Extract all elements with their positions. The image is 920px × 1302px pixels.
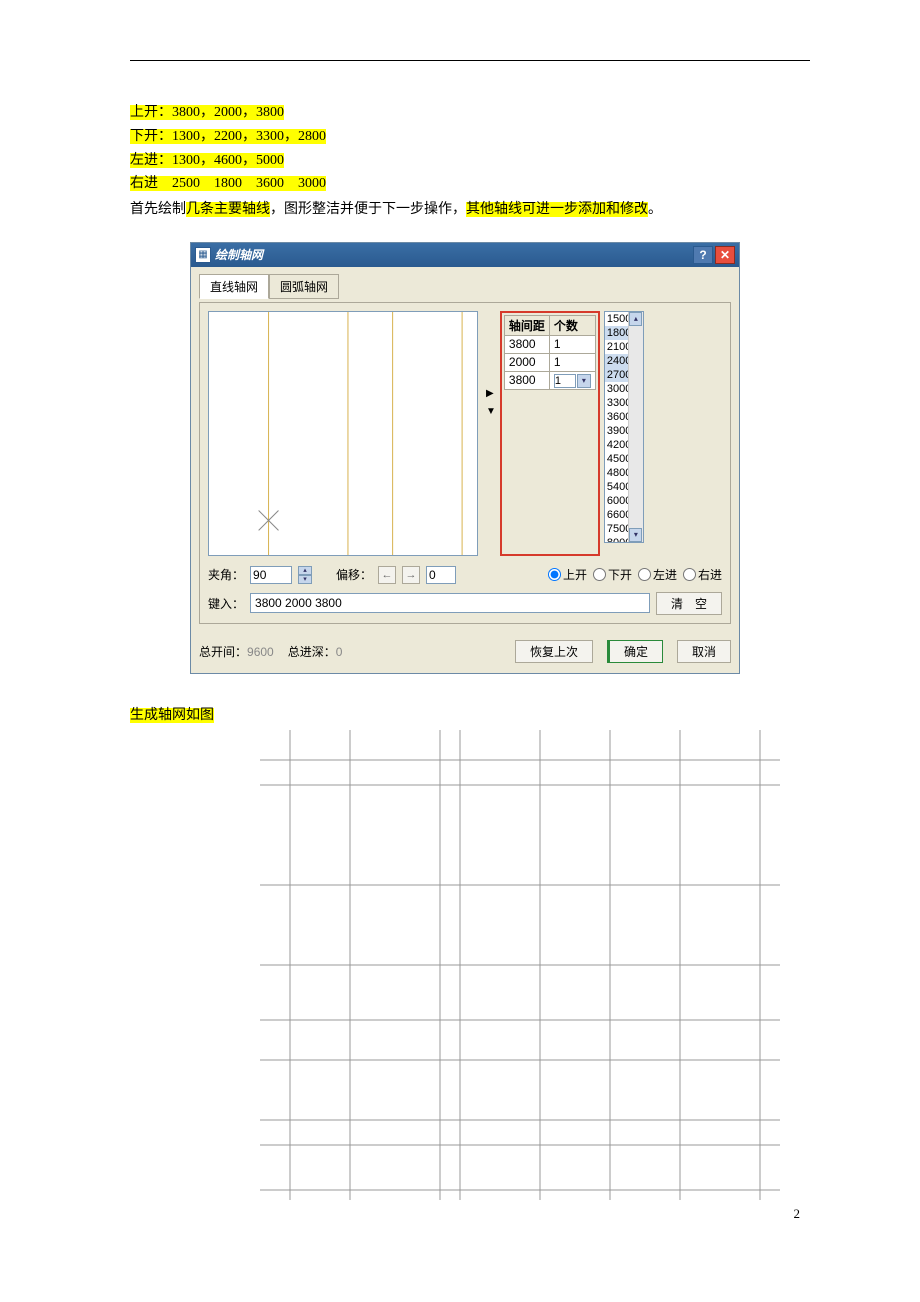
- spacing-input[interactable]: [250, 593, 650, 613]
- generated-grid-figure: [260, 730, 780, 1200]
- line-zuojin: 左进：1300，4600，5000: [130, 149, 810, 173]
- radio-right[interactable]: 右进: [683, 566, 722, 583]
- dialog-title: 绘制轴网: [215, 246, 691, 263]
- row-markers: ▶ ▼: [486, 331, 496, 556]
- line-youjin: 右进 2500 1800 3600 3000: [130, 172, 810, 196]
- spinner-up-icon[interactable]: ▴: [298, 566, 312, 575]
- offset-input[interactable]: [426, 566, 456, 584]
- page-number: 2: [794, 1206, 801, 1222]
- clear-button[interactable]: 清 空: [656, 592, 722, 615]
- angle-spinner[interactable]: ▴ ▾: [298, 566, 312, 584]
- col-count-header: 个数: [549, 315, 595, 335]
- ok-button[interactable]: 确定: [607, 640, 663, 663]
- dropdown-icon[interactable]: ▾: [577, 374, 591, 388]
- input-label: 键入：: [208, 595, 244, 612]
- offset-left-button[interactable]: ←: [378, 566, 396, 584]
- spacing-table-highlight: 轴间距个数 38001 20001 3800 ▾: [500, 311, 600, 556]
- close-button[interactable]: ✕: [715, 246, 735, 264]
- table-row: 38001: [504, 335, 595, 353]
- cancel-button[interactable]: 取消: [677, 640, 731, 663]
- app-icon: ▦: [195, 247, 211, 263]
- dialog-titlebar[interactable]: ▦ 绘制轴网 ? ✕: [191, 243, 739, 267]
- tab-arc-grid[interactable]: 圆弧轴网: [269, 274, 339, 299]
- angle-input[interactable]: [250, 566, 292, 584]
- radio-down[interactable]: 下开: [593, 566, 632, 583]
- draw-grid-dialog: ▦ 绘制轴网 ? ✕ 直线轴网 圆弧轴网: [190, 242, 740, 674]
- restore-button[interactable]: 恢复上次: [515, 640, 593, 663]
- grid-preview: [208, 311, 478, 556]
- radio-left[interactable]: 左进: [638, 566, 677, 583]
- generated-grid-label: 生成轴网如图: [130, 704, 810, 724]
- offset-label: 偏移：: [336, 566, 372, 583]
- scroll-down-icon[interactable]: ▾: [629, 528, 642, 542]
- radio-up[interactable]: 上开: [548, 566, 587, 583]
- scroll-up-icon[interactable]: ▴: [629, 312, 642, 326]
- spacing-table[interactable]: 轴间距个数 38001 20001 3800 ▾: [504, 315, 596, 390]
- total-depth-label: 总进深：0: [288, 643, 343, 660]
- help-button[interactable]: ?: [693, 246, 713, 264]
- offset-right-button[interactable]: →: [402, 566, 420, 584]
- col-spacing-header: 轴间距: [504, 315, 549, 335]
- angle-label: 夹角：: [208, 566, 244, 583]
- spinner-down-icon[interactable]: ▾: [298, 575, 312, 584]
- tab-line-grid[interactable]: 直线轴网: [199, 274, 269, 299]
- preset-spacing-list[interactable]: 1500180021002400270030003300360039004200…: [604, 311, 644, 543]
- count-edit-input[interactable]: [554, 374, 576, 388]
- table-row: 3800 ▾: [504, 371, 595, 389]
- line-shangkai: 上开：3800，2000，3800: [130, 101, 810, 125]
- total-open-label: 总开间：9600: [199, 643, 274, 660]
- page-top-rule: [130, 60, 810, 61]
- instruction-paragraph: 首先绘制几条主要轴线，图形整洁并便于下一步操作，其他轴线可进一步添加和修改。: [130, 198, 810, 222]
- table-row: 20001: [504, 353, 595, 371]
- line-xiakai: 下开：1300，2200，3300，2800: [130, 125, 810, 149]
- preset-scrollbar[interactable]: ▴ ▾: [628, 312, 643, 542]
